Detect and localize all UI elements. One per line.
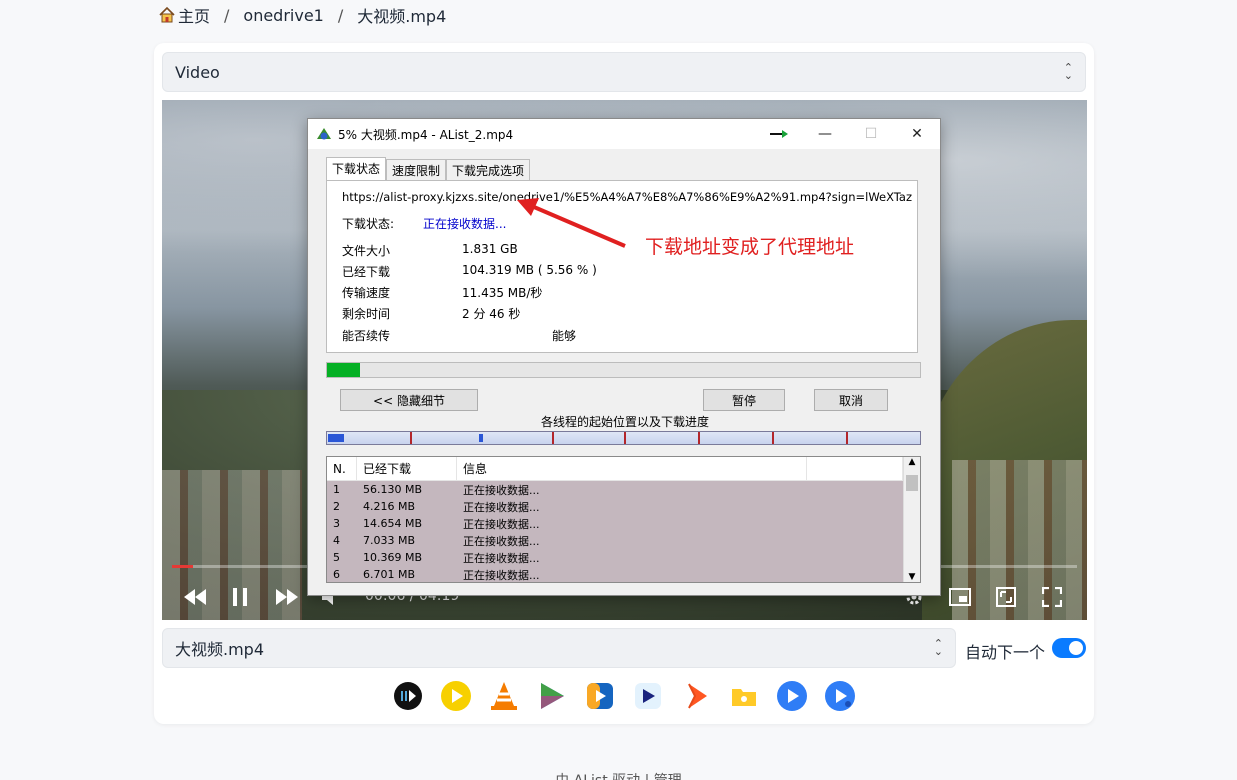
potplayer-icon[interactable] bbox=[440, 680, 472, 712]
fullscreen-icon[interactable] bbox=[1040, 585, 1064, 609]
playlist-select[interactable]: 大视频.mp4 ⌃ ⌄ bbox=[162, 628, 956, 668]
scroll-up-icon[interactable]: ▲ bbox=[904, 457, 920, 473]
status-value: 正在接收数据... bbox=[423, 217, 507, 231]
auto-next-label: 自动下一个 bbox=[965, 643, 1046, 662]
iina-icon[interactable] bbox=[392, 680, 424, 712]
status-label: 下载状态: bbox=[342, 217, 395, 231]
fileball-icon[interactable] bbox=[728, 680, 760, 712]
annotation-arrow-icon bbox=[517, 198, 626, 248]
col-header-info[interactable]: 信息 bbox=[457, 457, 807, 481]
thread-list: N. 已经下载 信息 1 56.130 MB 正在接收数据... 2 4.216 MB… bbox=[326, 456, 921, 583]
table-row[interactable]: 2 4.216 MB 正在接收数据... bbox=[327, 498, 920, 515]
info-value: 104.319 MB ( 5.56 % ) bbox=[462, 263, 597, 277]
playlist-value: 大视频.mp4 bbox=[175, 640, 265, 659]
status-row: 下载状态: 正在接收数据... bbox=[342, 215, 506, 232]
info-key: 文件大小 bbox=[342, 244, 391, 258]
chevron-updown-icon: ⌃ ⌄ bbox=[1063, 61, 1073, 82]
scroll-down-icon[interactable]: ▼ bbox=[904, 572, 920, 582]
minimize-icon[interactable]: — bbox=[802, 119, 848, 149]
close-icon[interactable]: ✕ bbox=[894, 119, 940, 149]
nplayer-icon[interactable] bbox=[536, 680, 568, 712]
auto-next-toggle[interactable] bbox=[1052, 638, 1086, 658]
cancel-button[interactable]: 取消 bbox=[814, 389, 888, 411]
info-value: 能够 bbox=[552, 329, 577, 343]
video-source-value: Video bbox=[175, 62, 220, 82]
rewind-icon[interactable] bbox=[182, 585, 208, 609]
dialog-tabs: 下载状态 速度限制 下载完成选项 bbox=[326, 157, 531, 180]
breadcrumb-file[interactable]: 大视频.mp4 bbox=[357, 3, 446, 27]
dialog-title: 5% 大视频.mp4 - AList_2.mp4 bbox=[338, 127, 514, 142]
pause-button[interactable]: 暂停 bbox=[703, 389, 785, 411]
footer-text: 由 AList 驱动 | 管理 bbox=[0, 770, 1237, 780]
mx-player-icon[interactable] bbox=[776, 680, 808, 712]
tab-completion-options[interactable]: 下载完成选项 bbox=[446, 159, 531, 180]
vlc-icon[interactable] bbox=[488, 680, 520, 712]
table-row[interactable]: 6 6.701 MB 正在接收数据... bbox=[327, 566, 920, 582]
fast-forward-icon[interactable] bbox=[274, 585, 300, 609]
breadcrumb-separator: / bbox=[337, 5, 344, 25]
thread-list-scrollbar[interactable]: ▲ ▼ bbox=[903, 457, 920, 582]
info-value: 2 分 46 秒 bbox=[462, 307, 521, 321]
tab-download-status[interactable]: 下载状态 bbox=[326, 157, 387, 180]
info-row-size: 文件大小 1.831 GB bbox=[342, 242, 518, 259]
download-progress-bar bbox=[326, 362, 921, 378]
col-header-n[interactable]: N. bbox=[327, 457, 357, 481]
col-header-downloaded[interactable]: 已经下载 bbox=[357, 457, 457, 481]
picture-in-picture-icon[interactable] bbox=[948, 585, 972, 609]
tab-speed-limit[interactable]: 速度限制 bbox=[386, 159, 447, 180]
table-row[interactable]: 1 56.130 MB 正在接收数据... bbox=[327, 481, 920, 498]
info-key: 已经下载 bbox=[342, 265, 391, 279]
info-key: 能否续传 bbox=[342, 329, 391, 343]
external-players bbox=[392, 680, 872, 712]
pause-icon[interactable] bbox=[228, 585, 252, 609]
video-source-select[interactable]: Video ⌃ ⌄ bbox=[162, 52, 1086, 92]
chevron-updown-icon: ⌃ ⌄ bbox=[933, 637, 943, 658]
figplayer-icon[interactable] bbox=[632, 680, 664, 712]
infuse-icon[interactable] bbox=[680, 680, 712, 712]
annotation-text: 下载地址变成了代理地址 bbox=[645, 236, 855, 258]
idm-app-icon bbox=[317, 128, 331, 140]
home-icon bbox=[159, 6, 175, 23]
info-row-downloaded: 已经下载 104.319 MB ( 5.56 % ) bbox=[342, 263, 597, 280]
info-value: 1.831 GB bbox=[462, 242, 518, 256]
table-row[interactable]: 5 10.369 MB 正在接收数据... bbox=[327, 549, 920, 566]
info-row-remaining: 剩余时间 2 分 46 秒 bbox=[342, 305, 520, 322]
thread-list-body: 1 56.130 MB 正在接收数据... 2 4.216 MB 正在接收数据... 3… bbox=[327, 481, 920, 582]
breadcrumb-separator: / bbox=[224, 5, 230, 25]
info-row-speed: 传输速度 11.435 MB/秒 bbox=[342, 284, 542, 301]
mx-player-pro-icon[interactable] bbox=[824, 680, 856, 712]
breadcrumb-home[interactable]: 主页 bbox=[178, 3, 210, 27]
omniplayer-icon[interactable] bbox=[584, 680, 616, 712]
info-row-resume: 能否续传 能够 bbox=[342, 327, 576, 344]
maximize-icon[interactable]: ☐ bbox=[848, 119, 894, 149]
thread-segments-bar bbox=[326, 431, 921, 445]
threads-label: 各线程的起始位置以及下载进度 bbox=[540, 415, 709, 429]
dialog-tray-arrow-icon[interactable] bbox=[756, 119, 802, 149]
thread-list-header: N. 已经下载 信息 bbox=[327, 457, 920, 481]
web-fullscreen-icon[interactable] bbox=[994, 585, 1018, 609]
info-key: 剩余时间 bbox=[342, 307, 391, 321]
download-dialog: 5% 大视频.mp4 - AList_2.mp4 — ☐ ✕ 下载状态 速度限制… bbox=[307, 118, 941, 596]
info-key: 传输速度 bbox=[342, 286, 391, 300]
hide-details-button[interactable]: << 隐藏细节 bbox=[340, 389, 478, 411]
breadcrumb: 主页 / onedrive1 / 大视频.mp4 bbox=[158, 3, 446, 27]
info-value: 11.435 MB/秒 bbox=[462, 286, 543, 300]
table-row[interactable]: 3 14.654 MB 正在接收数据... bbox=[327, 515, 920, 532]
dialog-titlebar: 5% 大视频.mp4 - AList_2.mp4 — ☐ ✕ bbox=[308, 119, 940, 149]
table-row[interactable]: 4 7.033 MB 正在接收数据... bbox=[327, 532, 920, 549]
breadcrumb-folder[interactable]: onedrive1 bbox=[243, 6, 323, 25]
